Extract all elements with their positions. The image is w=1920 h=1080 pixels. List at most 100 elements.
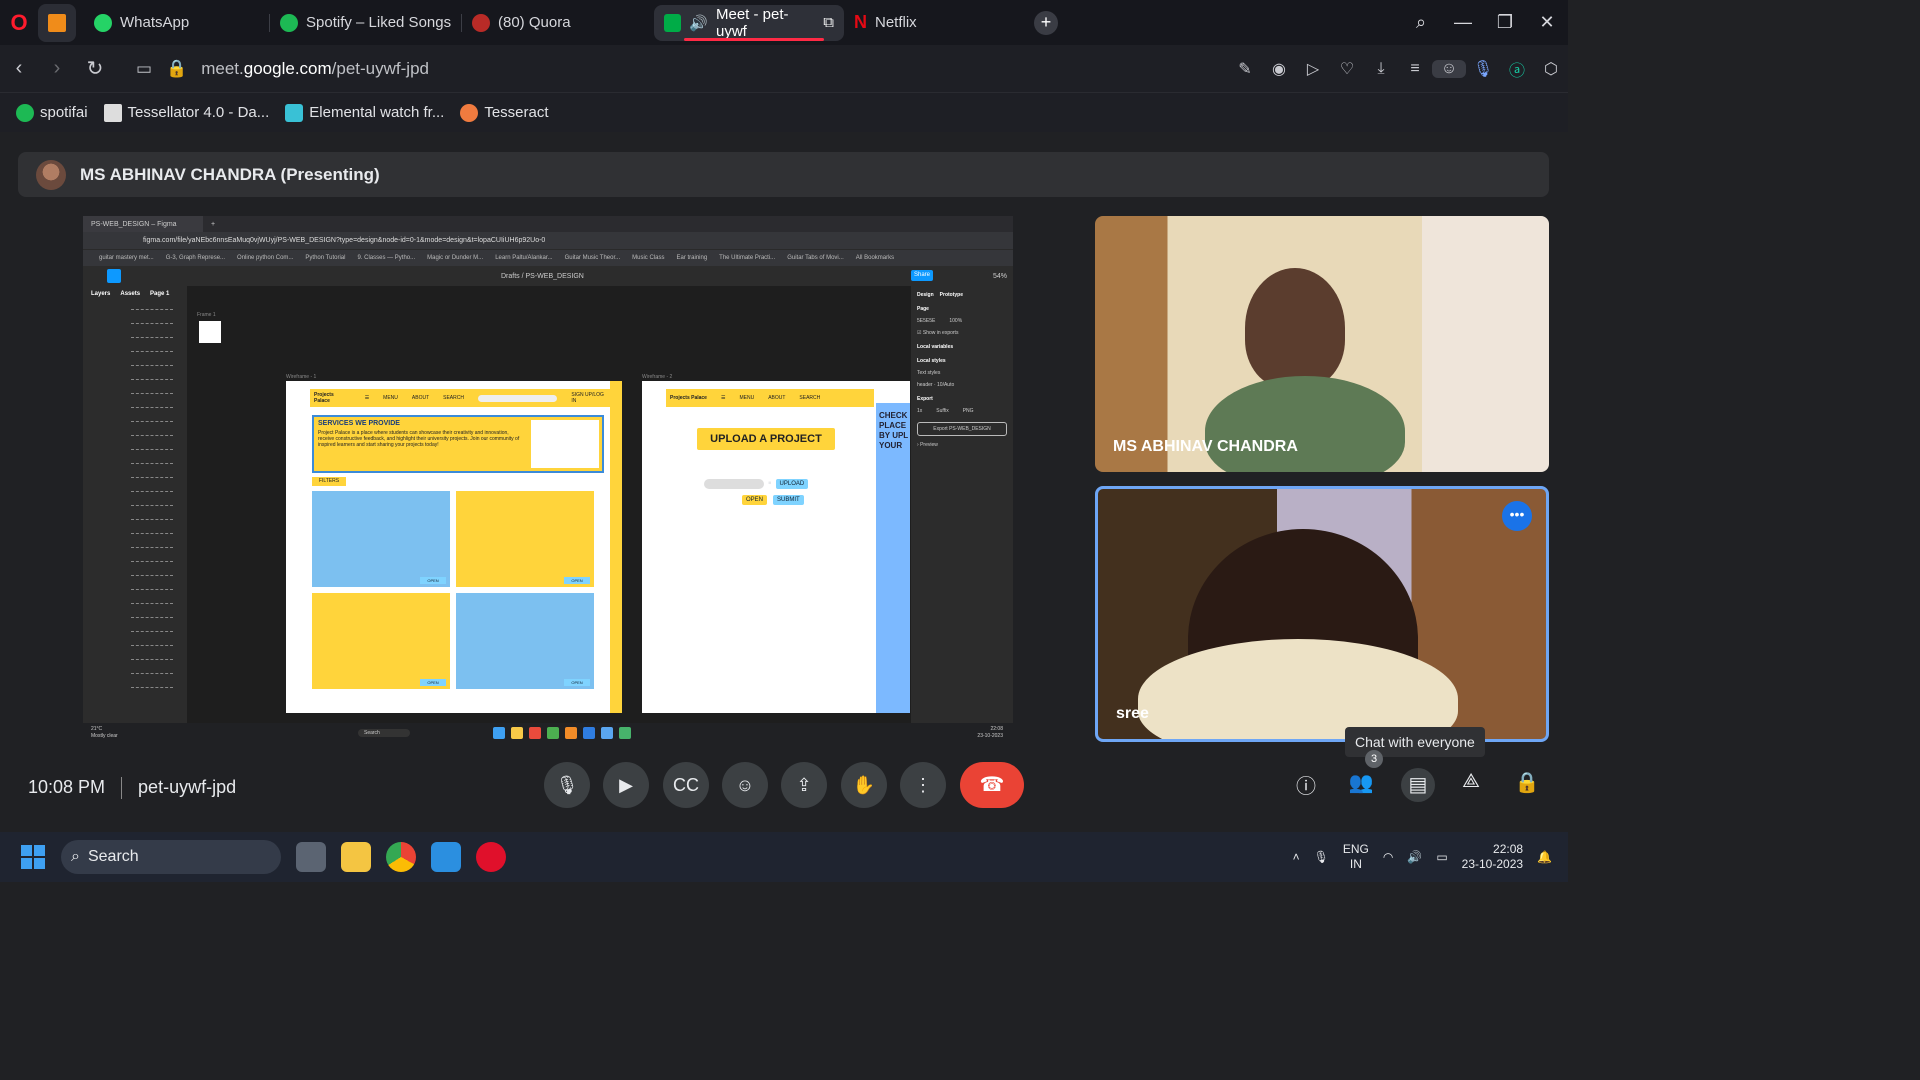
address-actions: ✎ ◉ ▷ ♡ ⤓ ≡ ☺ 🎙 ⓐ ⬡	[1228, 45, 1568, 92]
captions-button[interactable]: CC	[663, 762, 709, 808]
whatsapp-icon	[94, 13, 112, 32]
edit-icon[interactable]: ✎	[1228, 59, 1262, 79]
more-options-button[interactable]: ⋮	[900, 762, 946, 808]
speed-dial-button[interactable]	[38, 3, 76, 42]
participant-name: MS ABHINAV CHANDRA	[1113, 438, 1298, 455]
heart-icon[interactable]: ♡	[1330, 59, 1364, 79]
spotify-icon	[16, 103, 34, 122]
shared-taskbar-apps	[493, 727, 631, 739]
hand-icon: ✋	[852, 775, 876, 795]
shared-tab-title: PS-WEB_DESIGN – Figma	[91, 220, 177, 228]
mic-icon[interactable]: 🎙	[1466, 59, 1500, 79]
camera-icon[interactable]: ◉	[1262, 59, 1296, 79]
shared-address-bar: figma.com/file/yaNEbc6nnsEaMuq0vjWUyj/PS…	[83, 232, 1013, 249]
meeting-code: pet-uywf-jpd	[138, 777, 237, 797]
file-explorer-icon[interactable]	[341, 842, 371, 872]
frame-1	[199, 321, 221, 343]
clock[interactable]: 22:08 23-10-2023	[1462, 842, 1523, 872]
bookmark-tesseract[interactable]: Tesseract	[460, 103, 549, 122]
tab-netflix[interactable]: N Netflix	[844, 5, 1024, 41]
window-controls: ⌕ — ❐ ✕	[1400, 0, 1568, 45]
windows-start-icon[interactable]	[21, 845, 45, 869]
move-tool-icon	[107, 269, 121, 283]
language-indicator[interactable]: ENG IN	[1343, 842, 1369, 872]
chevron-up-icon[interactable]: ˄	[1293, 850, 1300, 864]
meet-icon	[664, 13, 682, 32]
url-field[interactable]: ▭ 🔒 meet.google.com/pet-uywf-jpd	[136, 59, 429, 79]
tab-meet[interactable]: 🔊 Meet - pet-uywf ⧉	[654, 4, 844, 41]
bookmark-spotifai[interactable]: spotifai	[16, 103, 88, 122]
opera-logo-icon[interactable]: O	[0, 0, 38, 45]
camera-permission-icon[interactable]: ▭	[136, 59, 152, 79]
wf-side-text: CHECK PLACE BY UPL YOUR	[879, 411, 909, 450]
present-icon: ⇪	[796, 775, 812, 795]
camera-button[interactable]: ▶	[603, 762, 649, 808]
minimize-button[interactable]: —	[1442, 12, 1484, 33]
figma-export-button: Export PS-WEB_DESIGN	[917, 422, 1007, 436]
system-tray: ˄ 🎙 ENG IN ◠ 🔊 ▭ 22:08 23-10-2023 🔔	[1293, 832, 1568, 882]
forward-button[interactable]: ›	[38, 57, 76, 80]
shared-tab-strip: PS-WEB_DESIGN – Figma +	[83, 216, 1013, 232]
present-button[interactable]: ⇪	[781, 762, 827, 808]
opera-icon[interactable]	[476, 842, 506, 872]
mic-icon[interactable]: 🎙	[1314, 850, 1329, 864]
shared-bookmarks: guitar mastery met... G-3, Graph Represe.…	[83, 249, 1013, 266]
tab-quora[interactable]: (80) Quora	[462, 5, 654, 41]
profile-icon[interactable]: ☺	[1432, 59, 1466, 78]
notification-icon[interactable]: 🔔	[1537, 850, 1552, 864]
send-icon[interactable]: ▷	[1296, 59, 1330, 79]
browser-tab-strip: O WhatsApp Spotify – Liked Songs (80) Qu…	[0, 0, 1568, 45]
raise-hand-button[interactable]: ✋	[841, 762, 887, 808]
reactions-button[interactable]: ☺	[722, 762, 768, 808]
more-options-icon[interactable]: •••	[1502, 501, 1532, 531]
reload-button[interactable]: ↻	[76, 56, 114, 81]
taskbar-search[interactable]: ⌕ Search	[61, 840, 281, 874]
bookmark-tessellator[interactable]: Tessellator 4.0 - Da...	[103, 103, 269, 122]
participant-tile[interactable]: MS ABHINAV CHANDRA	[1095, 216, 1549, 472]
mic-button[interactable]: 🎙	[544, 762, 590, 808]
pip-icon[interactable]: ⧉	[823, 14, 834, 31]
battery-icon[interactable]: ▭	[1436, 850, 1447, 864]
close-button[interactable]: ✕	[1526, 12, 1568, 33]
host-controls-button[interactable]: 🔒	[1512, 770, 1542, 800]
activities-button[interactable]: ⟁	[1456, 770, 1486, 800]
participant-video	[1245, 268, 1345, 388]
figma-zoom: 54%	[992, 272, 1007, 280]
info-icon: ⓘ	[1296, 776, 1316, 798]
active-tab-indicator	[684, 37, 824, 41]
figma-canvas: Layers Assets Page 1 Frame 1 Wireframe - 1…	[83, 286, 1013, 723]
bookmark-elemental[interactable]: Elemental watch fr...	[285, 103, 444, 122]
calculator-icon[interactable]	[296, 842, 326, 872]
figma-share-button: Share	[911, 270, 933, 281]
chrome-icon[interactable]	[386, 842, 416, 872]
tab-whatsapp[interactable]: WhatsApp	[84, 5, 270, 41]
vscode-icon[interactable]	[431, 842, 461, 872]
aria-icon[interactable]: ⓐ	[1500, 57, 1534, 81]
meet-stage: MS ABHINAV CHANDRA (Presenting) PS-WEB_D…	[0, 132, 1568, 832]
maximize-button[interactable]: ❐	[1484, 12, 1526, 33]
wifi-icon[interactable]: ◠	[1383, 850, 1393, 864]
chat-button[interactable]: ▤	[1401, 768, 1435, 802]
leave-call-button[interactable]: ☎	[960, 762, 1024, 808]
participant-name: sree	[1116, 705, 1149, 722]
chat-icon: ▤	[1408, 774, 1428, 796]
tab-label: Meet - pet-uywf	[715, 5, 789, 40]
volume-icon[interactable]: 🔊	[1407, 850, 1422, 864]
address-bar: ‹ › ↻ ▭ 🔒 meet.google.com/pet-uywf-jpd ✎…	[0, 45, 1568, 92]
spotify-icon	[280, 13, 298, 32]
participant-tile-self[interactable]: ••• sree	[1095, 486, 1549, 742]
meeting-details-button[interactable]: ⓘ	[1291, 770, 1321, 800]
emoji-icon: ☺	[735, 775, 755, 795]
people-button[interactable]: 👥	[1346, 770, 1376, 800]
wf-services-card: SERVICES WE PROVIDE Project Palace is a p…	[312, 415, 604, 473]
extensions-icon[interactable]: ⬡	[1534, 59, 1568, 79]
wf-navbar: Projects Palace ☰ MENU ABOUT SEARCH SIGN UP/…	[310, 389, 610, 407]
illustration	[531, 420, 599, 468]
new-tab-button[interactable]: +	[1034, 10, 1058, 35]
search-tabs-icon[interactable]: ⌕	[1400, 12, 1442, 33]
avatar	[36, 159, 66, 190]
back-button[interactable]: ‹	[0, 57, 38, 80]
tab-spotify[interactable]: Spotify – Liked Songs	[270, 5, 462, 41]
download-icon[interactable]: ⤓	[1364, 60, 1398, 78]
easy-setup-icon[interactable]: ≡	[1398, 60, 1432, 78]
